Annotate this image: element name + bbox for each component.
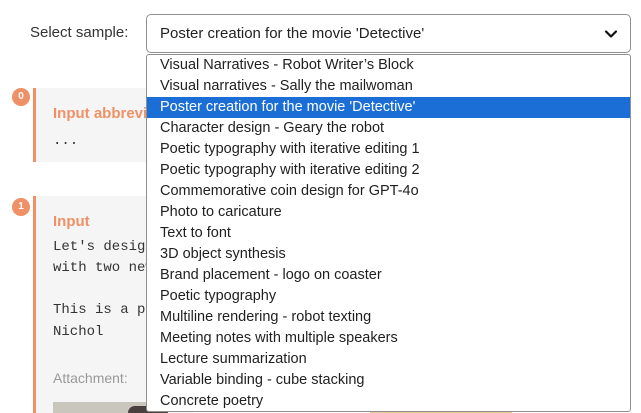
card-accent-bar <box>33 196 36 413</box>
chevron-down-icon <box>604 30 618 38</box>
dropdown-option[interactable]: Meeting notes with multiple speakers <box>147 328 630 349</box>
card-accent-bar <box>33 88 36 162</box>
dropdown-option[interactable]: Poetic typography with iterative editing… <box>147 160 630 181</box>
dropdown-option[interactable]: Variable binding - cube stacking <box>147 370 630 391</box>
dropdown-option[interactable]: Photo to caricature <box>147 202 630 223</box>
sample-select-row: Select sample: Poster creation for the m… <box>0 0 641 56</box>
dropdown-option[interactable]: Commemorative coin design for GPT-4o <box>147 181 630 202</box>
dropdown-option[interactable]: 3D object synthesis <box>147 244 630 265</box>
select-sample-label: Select sample: <box>30 24 129 41</box>
dropdown-option[interactable]: Poster creation for the movie 'Detective… <box>147 97 630 118</box>
card-index-badge: 1 <box>12 198 30 216</box>
sample-dropdown-list[interactable]: Visual Narratives - Robot Writer’s Block… <box>146 54 631 412</box>
dropdown-option[interactable]: Poetic typography <box>147 286 630 307</box>
input-text-line: Let's design <box>53 239 154 255</box>
dropdown-option[interactable]: Poetic typography with iterative editing… <box>147 139 630 160</box>
dropdown-option[interactable]: Visual narratives - Sally the mailwoman <box>147 76 630 97</box>
attachment-label: Attachment: <box>53 370 128 386</box>
card-heading: Input <box>53 213 90 230</box>
sample-select[interactable]: Poster creation for the movie 'Detective… <box>146 14 631 53</box>
input-text-line: Nichol <box>53 324 104 340</box>
card-index-badge: 0 <box>12 88 30 106</box>
input-text-line: with two new <box>53 260 154 276</box>
dropdown-option[interactable]: Brand placement - logo on coaster <box>147 265 630 286</box>
dropdown-option[interactable]: Lecture summarization <box>147 349 630 370</box>
dropdown-option[interactable]: Text to font <box>147 223 630 244</box>
dropdown-option[interactable]: Visual Narratives - Robot Writer’s Block <box>147 55 630 76</box>
card-body-text: ... <box>53 133 79 149</box>
select-current-value: Poster creation for the movie 'Detective… <box>160 25 425 42</box>
dropdown-option[interactable]: Concrete poetry <box>147 391 630 411</box>
input-text-line: This is a pi <box>53 302 154 318</box>
dropdown-option[interactable]: Character design - Geary the robot <box>147 118 630 139</box>
dropdown-option[interactable]: Multiline rendering - robot texting <box>147 307 630 328</box>
